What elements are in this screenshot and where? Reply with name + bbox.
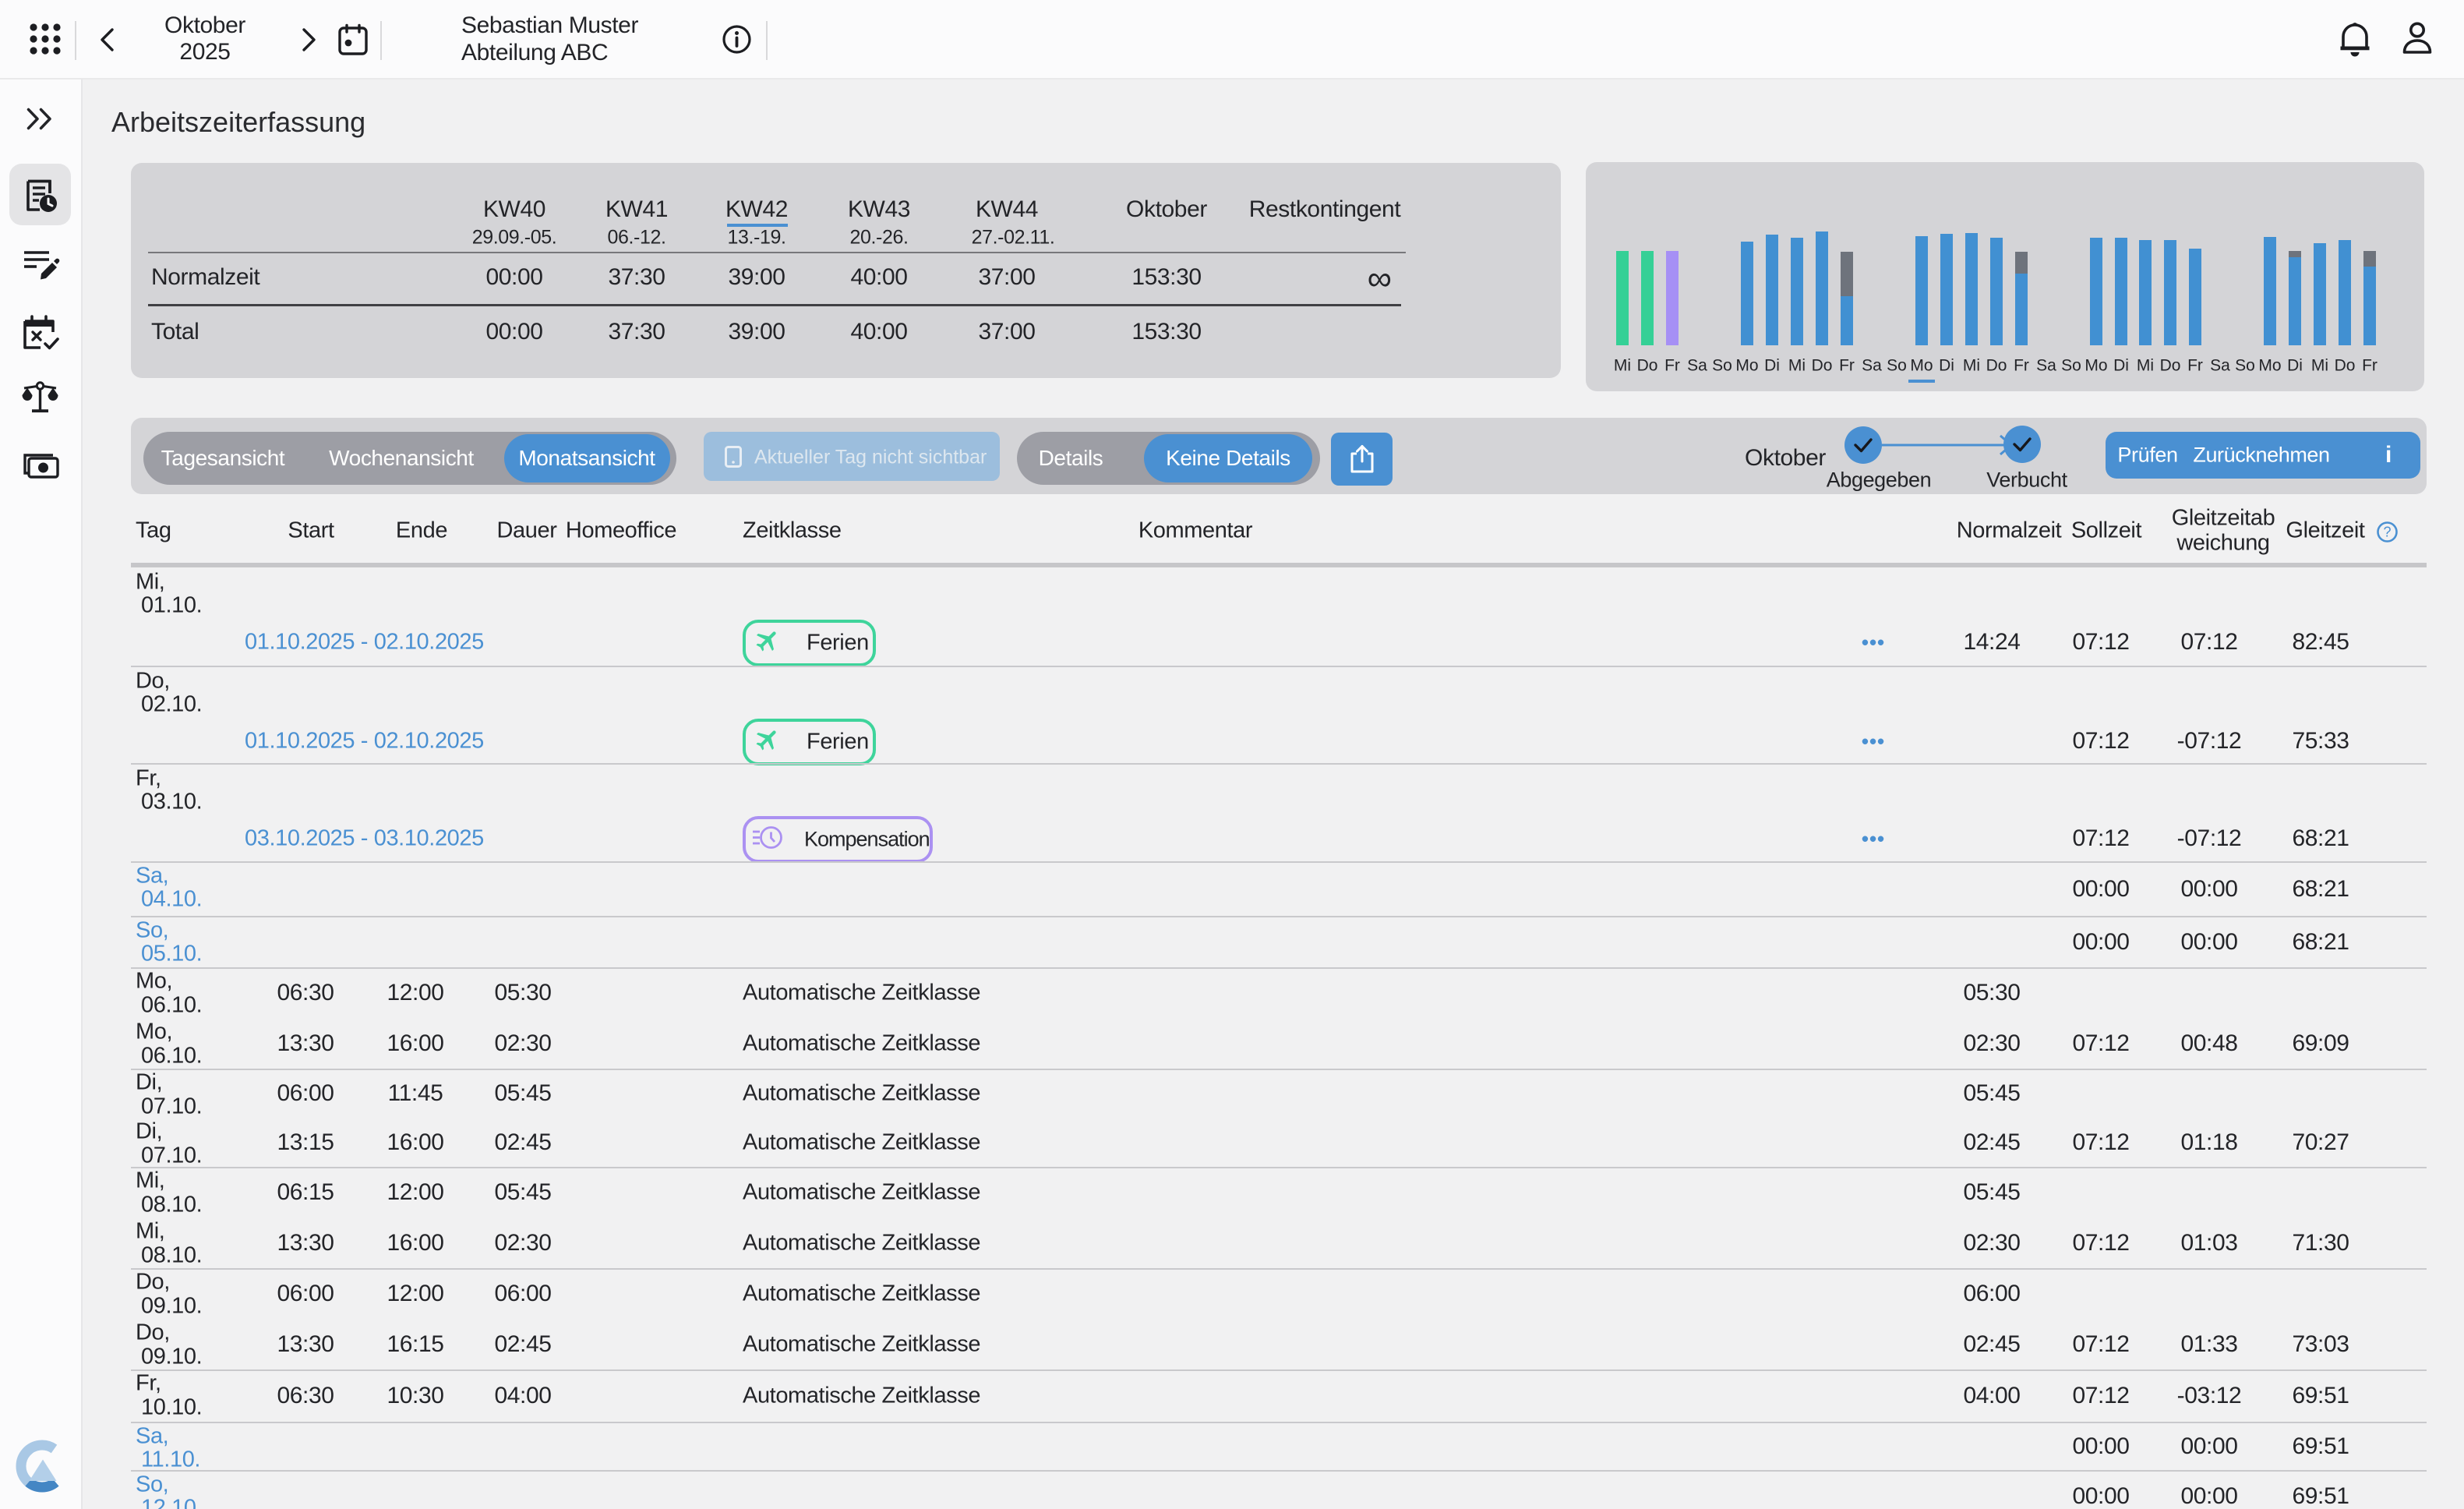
svg-text:?: ? — [2383, 525, 2391, 540]
